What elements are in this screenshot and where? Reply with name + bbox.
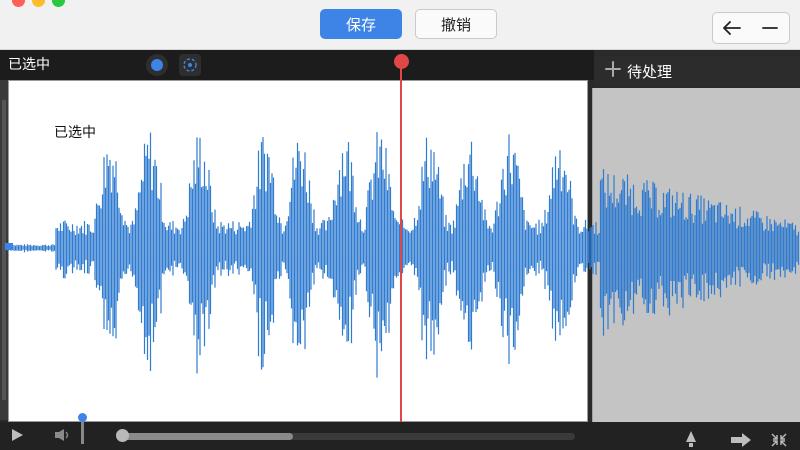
region-start-marker[interactable]	[5, 243, 13, 250]
playhead-line[interactable]	[400, 62, 402, 450]
minimize-button[interactable]	[751, 13, 789, 43]
volume-marker-dot[interactable]	[78, 413, 87, 422]
save-button[interactable]: 保存	[320, 9, 402, 39]
arrow-left-icon	[723, 21, 741, 35]
record-toggle-button[interactable]	[146, 54, 168, 76]
minus-icon	[762, 27, 778, 29]
plus-icon[interactable]	[604, 60, 622, 78]
arrow-right-icon[interactable]	[730, 432, 752, 448]
speaker-icon[interactable]	[54, 428, 72, 442]
editor-window: 保存 撤销 已选中 待处理 已选中	[0, 0, 800, 450]
back-button[interactable]	[713, 13, 751, 43]
crosshair-icon	[183, 58, 197, 72]
record-dot-icon	[151, 59, 163, 71]
seek-bar[interactable]	[120, 433, 575, 440]
selected-region-label: 已选中	[8, 57, 50, 73]
nav-button-group	[712, 12, 790, 44]
seek-handle[interactable]	[116, 429, 129, 442]
seek-bar-fill	[120, 433, 293, 440]
waveform-path	[7, 132, 800, 378]
bell-icon[interactable]	[683, 430, 699, 448]
playhead-handle[interactable]	[394, 54, 409, 69]
play-icon[interactable]	[10, 428, 24, 442]
collapse-icon[interactable]	[770, 432, 788, 448]
track-header	[0, 50, 594, 80]
undo-button[interactable]: 撤销	[415, 9, 497, 39]
crosshair-button[interactable]	[179, 54, 201, 76]
pending-region-label: 待处理	[627, 63, 673, 81]
